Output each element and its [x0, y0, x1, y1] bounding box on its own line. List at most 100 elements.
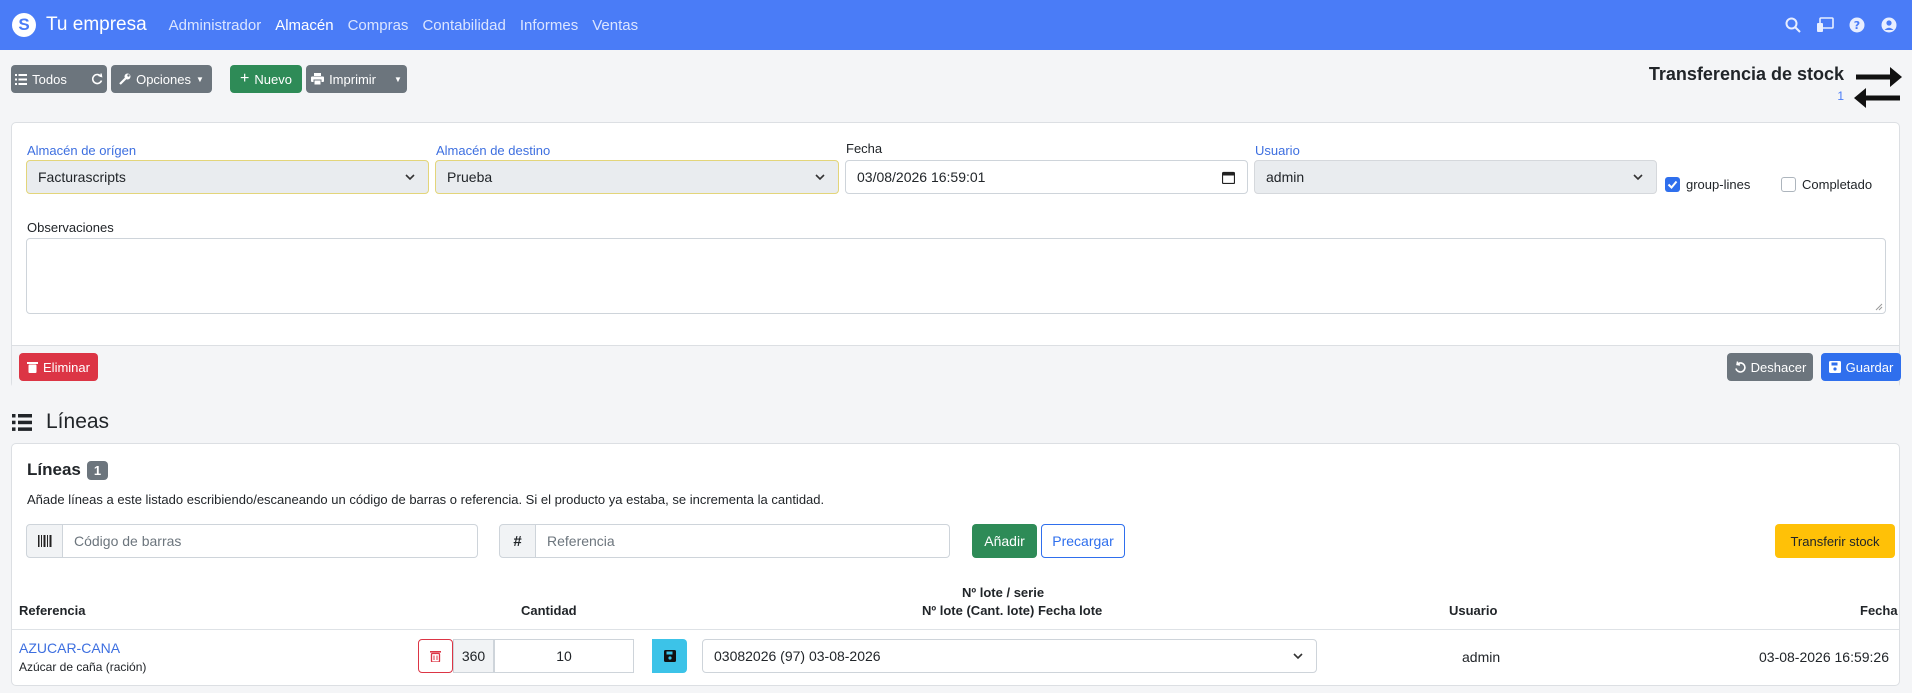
check-icon	[1667, 180, 1678, 189]
brand-logo-icon: S	[12, 13, 36, 37]
list-icon	[15, 73, 28, 85]
col-quantity: Cantidad	[521, 603, 577, 618]
list-icon	[12, 413, 32, 431]
barcode-input-group: Código de barras	[26, 524, 478, 558]
row-delete-button[interactable]	[418, 639, 453, 673]
chevron-down-icon	[815, 174, 825, 181]
lines-card-title-text: Líneas	[27, 460, 81, 479]
chevron-down-icon	[1633, 174, 1643, 181]
group-lines-label: group-lines	[1686, 177, 1751, 192]
screen-icon[interactable]	[1816, 16, 1834, 34]
undo-button[interactable]: Deshacer	[1727, 353, 1813, 381]
table-header-divider	[12, 629, 1899, 630]
record-code: 1	[1837, 89, 1844, 103]
wrench-icon	[119, 73, 131, 85]
row-user: admin	[1462, 649, 1501, 665]
row-save-button[interactable]	[652, 639, 687, 673]
user-icon[interactable]	[1880, 16, 1898, 34]
navbar-actions: ?	[1784, 0, 1898, 50]
brand[interactable]: S Tu empresa	[12, 13, 147, 37]
barcode-icon	[26, 524, 63, 558]
transfer-arrows-icon	[1854, 67, 1902, 108]
col-user: Usuario	[1449, 603, 1498, 618]
user-select[interactable]: admin	[1254, 160, 1657, 194]
dest-warehouse-value: Prueba	[447, 169, 493, 185]
preload-button[interactable]: Precargar	[1041, 524, 1125, 558]
nav-item-compras[interactable]: Compras	[348, 17, 409, 34]
user-value: admin	[1266, 169, 1305, 185]
col-lot-details: Nº lote (Cant. lote) Fecha lote	[922, 603, 1103, 618]
nav-item-administrador[interactable]: Administrador	[169, 17, 262, 34]
user-label: Usuario	[1255, 143, 1300, 158]
caret-down-icon: ▼	[196, 74, 204, 84]
lines-count-badge: 1	[86, 460, 109, 480]
row-reference-link[interactable]: AZUCAR-CANA	[19, 640, 120, 656]
date-label: Fecha	[846, 141, 883, 156]
chevron-down-icon	[1293, 653, 1303, 660]
col-lot-serial: Nº lote / serie	[962, 585, 1045, 600]
lines-card: Líneas 1 Añade líneas a este listado esc…	[11, 443, 1900, 686]
trash-icon	[27, 362, 39, 373]
row-lot-select[interactable]: 03082026 (97) 03-08-2026	[702, 639, 1317, 673]
row-date: 03-08-2026 16:59:26	[1759, 649, 1889, 665]
col-reference: Referencia	[19, 603, 86, 618]
lines-card-title: Líneas 1	[27, 460, 109, 480]
add-button[interactable]: Añadir	[972, 524, 1037, 558]
completed-checkbox[interactable]	[1781, 177, 1796, 192]
refresh-icon[interactable]	[91, 73, 103, 85]
floppy-icon	[663, 650, 676, 662]
dest-warehouse-select[interactable]: Prueba	[435, 160, 839, 194]
caret-down-icon[interactable]: ▼	[394, 75, 402, 84]
group-lines-checkbox[interactable]	[1665, 177, 1680, 192]
origin-warehouse-value: Facturascripts	[38, 169, 126, 185]
transfer-stock-button[interactable]: Transferir stock	[1775, 524, 1895, 558]
lines-help-text: Añade líneas a este listado escribiendo/…	[27, 492, 825, 507]
chevron-down-icon	[405, 174, 415, 181]
row-quantity-input[interactable]: 10	[494, 639, 634, 673]
date-input[interactable]: 03/08/2026 16:59:01	[845, 160, 1248, 194]
notes-label: Observaciones	[27, 220, 114, 235]
help-icon[interactable]: ?	[1848, 16, 1866, 34]
hash-icon: #	[499, 524, 536, 558]
print-button-label: Imprimir	[329, 71, 376, 87]
nav-item-contabilidad[interactable]: Contabilidad	[422, 17, 505, 34]
new-button[interactable]: + Nuevo	[230, 65, 302, 93]
resize-handle-icon[interactable]	[1875, 303, 1883, 311]
save-button[interactable]: Guardar	[1821, 353, 1901, 381]
page-header: Transferencia de stock 1	[1649, 64, 1844, 103]
printer-icon	[311, 73, 325, 85]
col-date: Fecha	[1860, 603, 1898, 618]
date-value: 03/08/2026 16:59:01	[857, 169, 986, 185]
calendar-icon[interactable]	[1222, 171, 1235, 184]
save-button-label: Guardar	[1845, 359, 1894, 375]
row-lot-value: 03082026 (97) 03-08-2026	[714, 648, 881, 664]
print-button[interactable]: Imprimir ▼	[306, 65, 407, 93]
options-button-label: Opciones	[136, 71, 191, 87]
row-description: Azúcar de caña (ración)	[19, 660, 147, 674]
dest-label: Almacén de destino	[436, 143, 551, 158]
nav-item-informes[interactable]: Informes	[520, 17, 578, 34]
lines-section-heading: Líneas	[12, 410, 109, 434]
nav-item-almacen[interactable]: Almacén	[275, 17, 333, 34]
delete-button-label: Eliminar	[43, 359, 90, 375]
reference-input[interactable]: Referencia	[536, 524, 950, 558]
undo-button-label: Deshacer	[1750, 359, 1807, 375]
top-navbar: S Tu empresa Administrador Almacén Compr…	[0, 0, 1912, 50]
form-footer	[12, 345, 1899, 389]
delete-button[interactable]: Eliminar	[19, 353, 98, 381]
search-icon[interactable]	[1784, 16, 1802, 34]
origin-warehouse-select[interactable]: Facturascripts	[26, 160, 429, 194]
reference-input-group: # Referencia	[499, 524, 950, 558]
page-title: Transferencia de stock	[1648, 64, 1844, 84]
all-button[interactable]: Todos	[11, 65, 107, 93]
origin-label: Almacén de orígen	[27, 143, 137, 158]
nav-item-ventas[interactable]: Ventas	[592, 17, 638, 34]
undo-icon	[1734, 361, 1746, 373]
completed-label: Completado	[1802, 177, 1873, 192]
new-button-label: Nuevo	[254, 71, 292, 87]
brand-name: Tu empresa	[46, 14, 147, 35]
notes-textarea[interactable]	[26, 238, 1886, 314]
options-button[interactable]: Opciones ▼	[111, 65, 212, 93]
row-stock-value: 360	[453, 639, 494, 673]
barcode-input[interactable]: Código de barras	[63, 524, 478, 558]
